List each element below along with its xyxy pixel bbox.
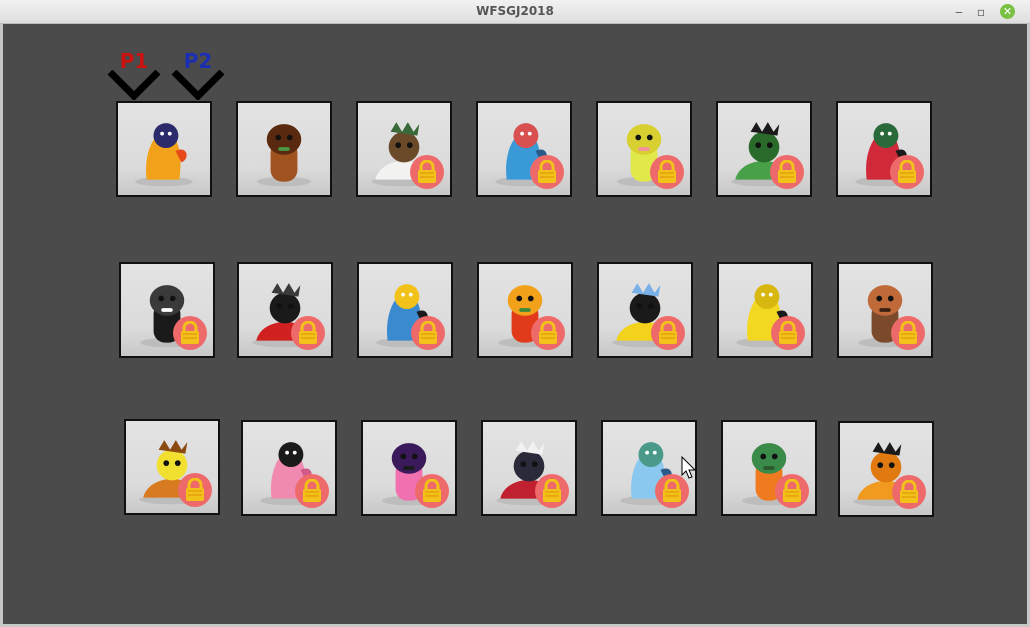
minimize-icon[interactable]: ‒ [951, 4, 967, 20]
character-tile[interactable] [241, 420, 337, 516]
character-tile[interactable] [236, 101, 332, 197]
character-tile[interactable] [837, 262, 933, 358]
lock-badge [775, 474, 809, 508]
character-tile[interactable] [716, 101, 812, 197]
lock-icon [303, 479, 321, 502]
lock-badge [530, 155, 564, 189]
character-tile[interactable] [119, 262, 215, 358]
lock-badge [771, 316, 805, 350]
lock-icon [659, 321, 677, 344]
lock-icon [419, 321, 437, 344]
chevron-down-icon [171, 70, 225, 100]
character-tile[interactable] [357, 262, 453, 358]
lock-icon [181, 321, 199, 344]
lock-icon [186, 478, 204, 501]
lock-badge [410, 155, 444, 189]
lock-badge [535, 474, 569, 508]
character-tile[interactable] [476, 101, 572, 197]
lock-badge [291, 316, 325, 350]
lock-icon [898, 160, 916, 183]
lock-icon [899, 321, 917, 344]
lock-icon [900, 480, 918, 503]
lock-icon [423, 479, 441, 502]
lock-icon [543, 479, 561, 502]
lock-icon [538, 160, 556, 183]
lock-badge [415, 474, 449, 508]
lock-badge [173, 316, 207, 350]
fire-dragon-character [135, 123, 193, 187]
lock-icon [658, 160, 676, 183]
lock-icon [663, 479, 681, 502]
title-bar: WFSGJ2018 ‒ ▫ ✕ [0, 0, 1030, 24]
lock-icon [778, 160, 796, 183]
character-tile[interactable] [237, 262, 333, 358]
character-tile[interactable] [361, 420, 457, 516]
character-tile[interactable] [597, 262, 693, 358]
window-title: WFSGJ2018 [476, 4, 554, 18]
lock-badge [770, 155, 804, 189]
lock-icon [779, 321, 797, 344]
lock-badge [178, 473, 212, 507]
lock-icon [418, 160, 436, 183]
close-icon[interactable]: ✕ [1000, 4, 1015, 19]
lock-icon [783, 479, 801, 502]
lock-badge [651, 316, 685, 350]
character-tile[interactable] [838, 421, 934, 517]
character-tile[interactable] [596, 101, 692, 197]
character-tile[interactable] [124, 419, 220, 515]
lock-badge [892, 475, 926, 509]
lock-icon [299, 321, 317, 344]
character-tile[interactable] [356, 101, 452, 197]
lock-badge [411, 316, 445, 350]
lock-badge [890, 155, 924, 189]
lock-badge [295, 474, 329, 508]
tree-stump-character [257, 124, 311, 187]
p2-label: P2 [183, 49, 213, 73]
character-tile[interactable] [477, 262, 573, 358]
p1-label: P1 [119, 49, 149, 73]
lock-badge [531, 316, 565, 350]
mouse-cursor-icon [681, 456, 697, 479]
lock-badge [891, 316, 925, 350]
character-tile[interactable] [481, 420, 577, 516]
character-tile[interactable] [721, 420, 817, 516]
character-tile[interactable] [116, 101, 212, 197]
lock-badge [650, 155, 684, 189]
lock-icon [539, 321, 557, 344]
maximize-icon[interactable]: ▫ [973, 4, 989, 20]
character-tile[interactable] [717, 262, 813, 358]
p1-selector: P1 [104, 49, 164, 100]
p2-selector: P2 [168, 49, 228, 100]
chevron-down-icon [107, 70, 161, 100]
character-tile[interactable] [836, 101, 932, 197]
